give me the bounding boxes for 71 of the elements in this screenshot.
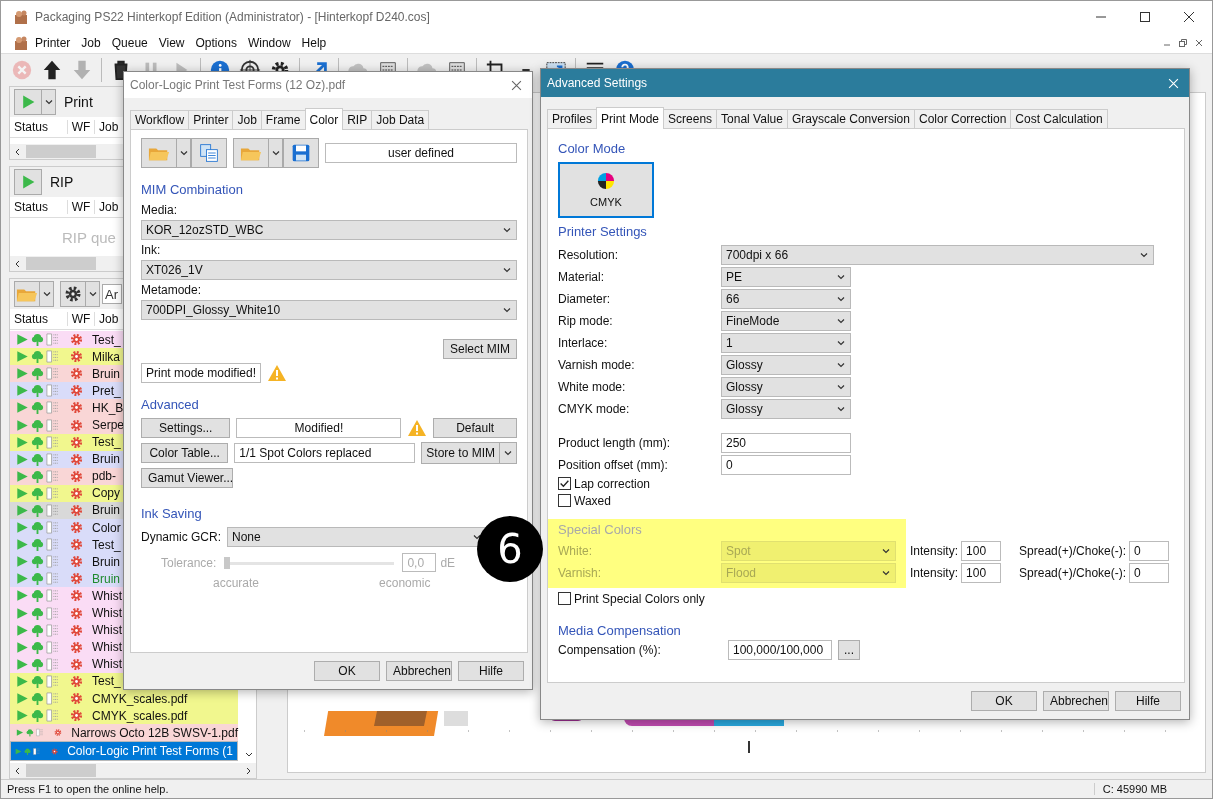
unit-label: dE <box>440 555 456 570</box>
field-label: CMYK mode: <box>558 402 631 416</box>
section-heading: Printer Settings <box>558 224 648 239</box>
scale-label: economic <box>379 576 431 590</box>
job-name: pdb- <box>92 469 117 484</box>
field-label: Dynamic GCR: <box>141 530 221 544</box>
job-name: Milka <box>92 349 120 364</box>
field-label: Varnish mode: <box>558 358 636 372</box>
job-name: Color-Logic Print Test Forms (1 <box>67 744 233 759</box>
job-name: Test_ <box>92 435 121 450</box>
job-name: Test_ <box>92 537 121 552</box>
checkbox-label: Waxed <box>574 493 611 508</box>
job-name: CMYK_scales.pdf <box>92 691 188 706</box>
checkbox-label: Print Special Colors only <box>574 591 705 606</box>
section-heading: Special Colors <box>558 522 643 537</box>
job-name: Bruin <box>92 366 120 381</box>
disk-space-text: C: 45990 MB <box>1093 783 1167 795</box>
job-name: Whist <box>92 606 122 621</box>
section-heading: Color Mode <box>558 141 627 156</box>
field-label: White mode: <box>558 380 627 394</box>
section-heading: Advanced <box>141 397 200 412</box>
field-label: Position offset (mm): <box>558 458 669 472</box>
job-name: Whist <box>92 640 122 655</box>
job-name: Narrows Octo 12B SWSV-1.pdf <box>71 725 238 740</box>
job-name: Bruin <box>92 503 120 518</box>
field-label: Compensation (%): <box>558 643 662 657</box>
job-name: Bruin <box>92 571 120 586</box>
job-name: Bruin <box>92 452 120 467</box>
field-label: Resolution: <box>558 248 620 262</box>
section-heading: Media Compensation <box>558 623 682 638</box>
status-text: Press F1 to open the online help. <box>7 783 169 795</box>
section-heading: MIM Combination <box>141 182 244 197</box>
field-label: Spread(+)/Choke(-): <box>1019 566 1127 580</box>
dialog-title: Color-Logic Print Test Forms (12 Oz).pdf <box>130 78 346 92</box>
job-name: Test_ <box>92 674 121 689</box>
job-name: Copy <box>92 486 120 501</box>
field-label: Material: <box>558 270 605 284</box>
job-name: Pret_ <box>92 383 121 398</box>
field-label: Interlace: <box>558 336 609 350</box>
job-name: CMYK_scales.pdf <box>92 708 188 723</box>
status-field: 1/1 Spot Colors replaced <box>234 443 416 463</box>
field-label: Media: <box>141 203 179 217</box>
field-label: Tolerance: <box>161 555 217 570</box>
field-label: White: <box>558 544 593 558</box>
field-label: Intensity: <box>910 566 959 580</box>
scale-label: accurate <box>213 576 260 590</box>
field-label: Diameter: <box>558 292 611 306</box>
job-name: Whist <box>92 588 122 603</box>
job-name: Whist <box>92 657 122 672</box>
field-label: Intensity: <box>910 544 959 558</box>
status-field: Print mode modified! <box>141 363 262 383</box>
job-name: HK_B <box>92 400 124 415</box>
section-heading: Ink Saving <box>141 506 203 521</box>
field-label: Product length (mm): <box>558 436 672 450</box>
job-name: Bruin <box>92 554 120 569</box>
field-label: Ink: <box>141 243 162 257</box>
status-field: Modified! <box>236 418 402 438</box>
field-label: Spread(+)/Choke(-): <box>1019 544 1127 558</box>
job-name: Serpe <box>92 418 125 432</box>
queue-title: RIP <box>50 174 74 190</box>
field-label: Metamode: <box>141 283 203 297</box>
checkbox-label: Lap correction <box>574 476 651 491</box>
queue-title: Print <box>64 94 93 110</box>
field-label: Rip mode: <box>558 314 614 328</box>
job-name: Color <box>92 520 121 535</box>
empty-queue-text: RIP que <box>62 228 116 246</box>
job-name: Whist <box>92 623 122 638</box>
window-title: Packaging PS22 Hinterkopf Edition (Administrator) - [Hinterkopf D240.cos] <box>35 10 430 24</box>
field-label: Varnish: <box>558 566 603 580</box>
dialog-title: Advanced Settings <box>547 76 648 90</box>
job-name: Test_ <box>92 332 121 347</box>
